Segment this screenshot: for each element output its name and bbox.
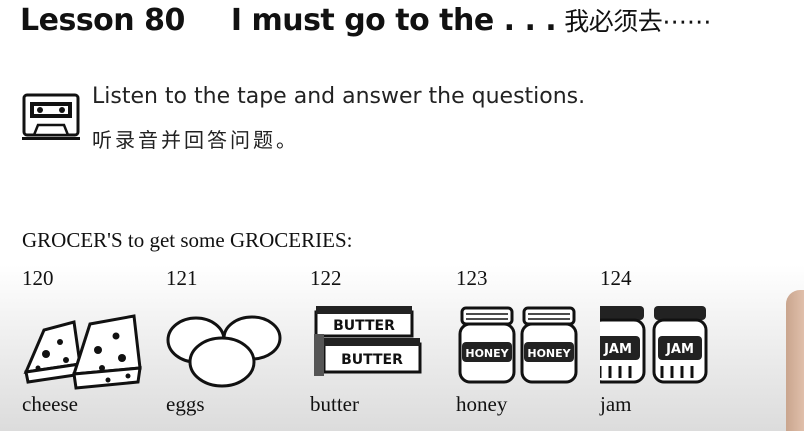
item-word: honey (456, 392, 508, 416)
item-word: jam (600, 392, 632, 416)
lesson-title: Lesson 80 I must go to the . . . 我必须去⋯⋯ (20, 2, 712, 38)
honey-jar-icon: HONEY HONEY (458, 306, 578, 384)
lesson-number: Lesson 80 (20, 3, 185, 38)
presenter-partial (786, 290, 804, 431)
butter-pack-text: BUTTER (341, 352, 403, 368)
item-number: 123 (456, 266, 488, 290)
item-word: butter (310, 392, 359, 416)
item-word: eggs (166, 392, 205, 416)
eggs-icon (166, 315, 282, 388)
jar-label-text: JAM (665, 342, 694, 357)
butter-pack-text: BUTTER (333, 318, 395, 334)
section-label: GROCER'S to get some GROCERIES: (22, 228, 353, 252)
item-number: 120 (22, 266, 54, 290)
item-number: 124 (600, 266, 632, 290)
instruction-en: Listen to the tape and answer the questi… (92, 84, 586, 109)
butter-icon: BUTTER BUTTER (314, 306, 422, 376)
jam-jar-icon: JAM JAM (600, 306, 708, 384)
jar-label-text: HONEY (465, 347, 509, 360)
instruction-cn: 听录音并回答问题。 (92, 128, 299, 152)
item-word: cheese (22, 392, 78, 416)
item-number: 121 (166, 266, 198, 290)
jar-label-text: HONEY (527, 347, 571, 360)
item-number: 122 (310, 266, 342, 290)
lesson-title-cn: 我必须去⋯⋯ (564, 7, 712, 36)
jar-label-text: JAM (603, 342, 632, 357)
lesson-title-en: I must go to the . . . (230, 3, 557, 38)
cassette-tape-icon (22, 93, 80, 140)
cheese-icon (23, 314, 142, 390)
